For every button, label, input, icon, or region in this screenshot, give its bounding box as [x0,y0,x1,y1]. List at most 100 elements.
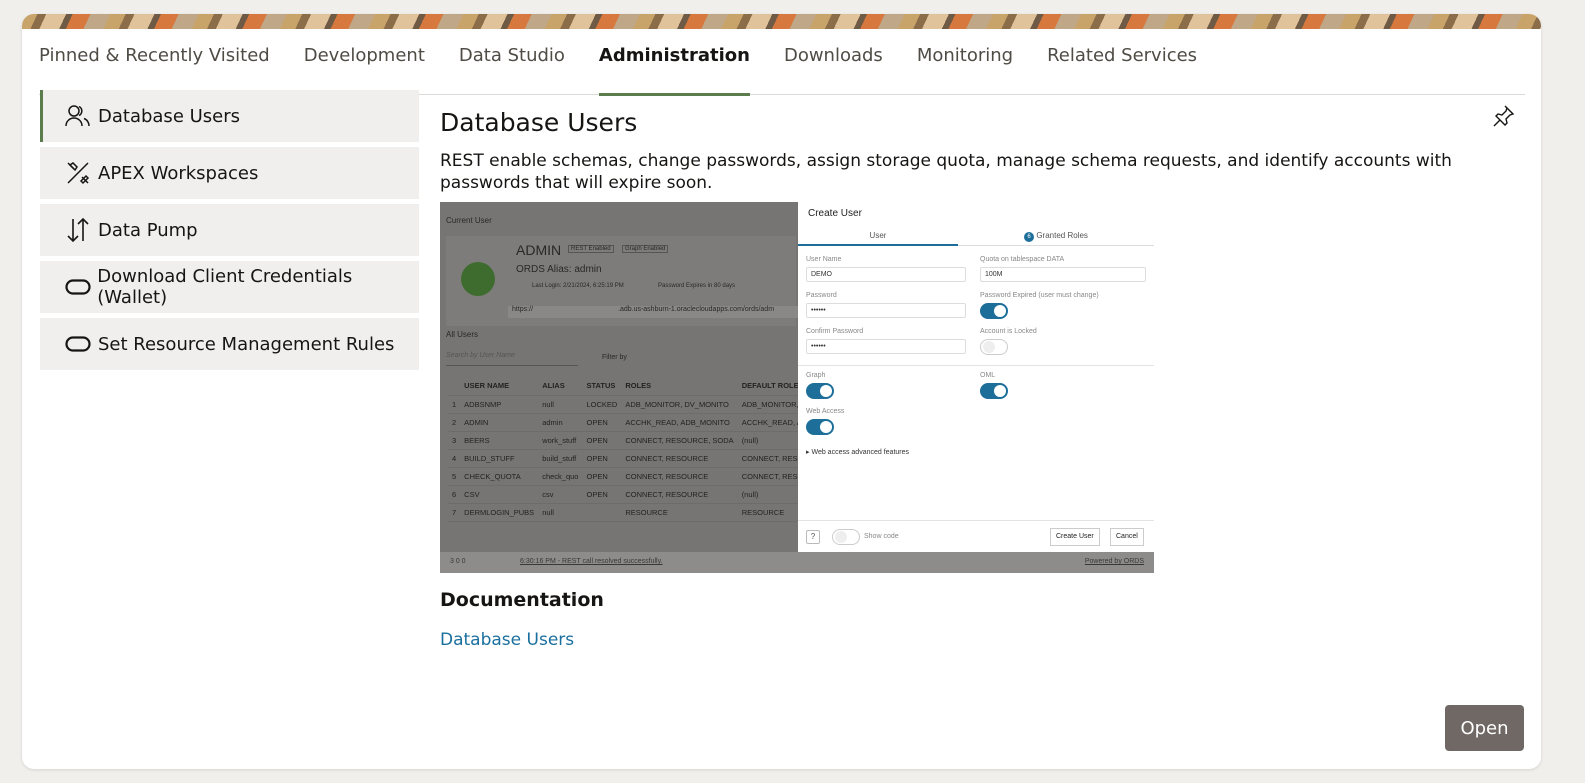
dialog-tab-user[interactable]: User [798,226,958,246]
page-title: Database Users [440,108,638,137]
table-cell: admin [538,413,583,432]
table-row[interactable]: 2 ADMIN admin OPEN ACCHK_READ, ADB_MONITO ACC… [448,413,813,432]
table-cell: build_stuff [538,449,583,468]
apex-icon [64,159,92,187]
web-access-toggle[interactable] [806,419,834,435]
dialog-tab-granted-roles[interactable]: 6 Granted Roles [958,226,1154,246]
show-code-label: Show code [864,533,899,540]
sidebar-item-apex-workspaces[interactable]: APEX Workspaces [40,147,419,199]
table-cell: OPEN [582,413,622,432]
graph-badge: Graph Enabled [622,245,669,253]
password-field[interactable]: •••••• [806,303,966,318]
tab-related-services[interactable]: Related Services [1030,43,1214,95]
graph-toggle[interactable] [806,383,834,399]
table-cell: DERMLOGIN_PUBS [460,503,539,522]
quota-select[interactable]: 100M [980,267,1146,282]
user-name-label: User Name [806,256,842,263]
sidebar-item-resource-rules[interactable]: Set Resource Management Rules [40,318,419,370]
table-cell: BEERS [460,431,539,450]
preview-users-panel: Current User ADMIN REST Enabled Graph En… [440,202,813,573]
tab-monitoring[interactable]: Monitoring [900,43,1030,95]
table-cell: CONNECT, RESOURCE, SODA [621,431,738,450]
graph-label: Graph [806,372,826,379]
table-row[interactable]: 3 BEERS work_stuff OPEN CONNECT, RESOURCE, S… [448,431,813,450]
status-counts: 3 0 0 [450,558,466,565]
table-cell: 1 [448,395,461,414]
preview-status-bar: 3 0 0 6:30:16 PM - REST call resolved su… [440,552,1154,573]
password-expired-label: Password Expired (user must change) [980,292,1099,299]
sidebar-item-label: Set Resource Management Rules [98,333,395,355]
table-row[interactable]: 7 DERMLOGIN_PUBS null RESOURCE RESOURCE [448,503,813,522]
admin-name: ADMIN [516,242,562,258]
password-expiry: Password Expires in 80 days [658,283,736,289]
table-cell: 2 [448,413,461,432]
open-button[interactable]: Open [1445,705,1524,751]
table-cell: 4 [448,449,461,468]
show-code-toggle[interactable] [832,529,860,545]
documentation-link[interactable]: Database Users [440,630,574,650]
help-icon[interactable]: ? [806,530,820,544]
table-cell: OPEN [582,431,622,450]
password-label: Password [806,292,837,299]
main-card: Pinned & Recently Visited Development Da… [22,14,1541,769]
tab-development[interactable]: Development [287,43,442,95]
pill-icon [64,273,91,301]
password-expired-toggle[interactable] [980,303,1008,319]
table-cell: 6 [448,485,461,504]
powered-by-ords-link[interactable]: Powered by ORDS [1085,558,1144,565]
dialog-title: Create User [808,208,862,219]
table-cell: ADB_MONITOR, DV_MONITO [621,395,738,414]
table-cell: CONNECT, RESOURCE [621,467,738,486]
table-cell: OPEN [582,485,622,504]
sidebar: Database Users APEX Workspaces Data Pump [40,90,419,375]
create-user-button[interactable]: Create User [1050,528,1100,546]
web-advanced-label: Web access advanced features [811,449,910,456]
table-row[interactable]: 5 CHECK_QUOTA check_quo OPEN CONNECT, RESOUR… [448,467,813,486]
tab-pinned[interactable]: Pinned & Recently Visited [39,43,287,95]
sidebar-item-download-wallet[interactable]: Download Client Credentials (Wallet) [40,261,419,313]
account-locked-toggle[interactable] [980,339,1008,355]
documentation-heading: Documentation [440,589,604,611]
sidebar-item-data-pump[interactable]: Data Pump [40,204,419,256]
table-row[interactable]: 4 BUILD_STUFF build_stuff OPEN CONNECT, RESO… [448,449,813,468]
table-cell: ADBSNMP [460,395,539,414]
tab-data-studio[interactable]: Data Studio [442,43,582,95]
column-header: ROLES [621,377,738,396]
decorative-banner [22,14,1541,29]
roles-count-badge: 6 [1024,232,1035,242]
table-cell: LOCKED [582,395,622,414]
table-row[interactable]: 6 CSV csv OPEN CONNECT, RESOURCE (null) [448,485,813,504]
transfer-icon [64,216,92,244]
filter-by-button[interactable]: Filter by [602,354,627,361]
column-header: STATUS [582,377,622,396]
user-name-field[interactable]: DEMO [806,267,966,282]
column-header [448,377,461,396]
column-header: ALIAS [538,377,583,396]
tab-administration[interactable]: Administration [582,43,767,96]
current-user-card: ADMIN REST Enabled Graph Enabled ORDS Al… [446,236,798,326]
sidebar-item-label: APEX Workspaces [98,162,259,184]
avatar [461,262,495,296]
table-header-row: USER NAME ALIAS STATUS ROLES DEFAULT ROL… [448,377,813,396]
oml-toggle[interactable] [980,383,1008,399]
main-content: Database Users REST enable schemas, chan… [440,104,1525,650]
tab-bar: Pinned & Recently Visited Development Da… [39,43,1525,96]
pill-icon [64,330,92,358]
table-row[interactable]: 1 ADBSNMP null LOCKED ADB_MONITOR, DV_MONITO… [448,395,813,414]
sidebar-item-database-users[interactable]: Database Users [40,90,419,142]
confirm-password-field[interactable]: •••••• [806,339,966,354]
user-search-input[interactable]: Search by User Name [446,352,578,366]
tab-downloads[interactable]: Downloads [767,43,900,95]
sidebar-item-label: Download Client Credentials (Wallet) [97,266,353,308]
url-suffix: .adb.us-ashburn-1.oraclecloudapps.com/or… [618,306,775,313]
account-locked-label: Account is Locked [980,328,1037,335]
last-login: Last Login: 2/21/2024, 6:25:19 PM [532,283,624,289]
users-icon [64,102,92,130]
confirm-password-label: Confirm Password [806,328,864,335]
table-cell: work_stuff [538,431,583,450]
cancel-button[interactable]: Cancel [1110,528,1144,546]
web-advanced-expander[interactable]: ▸ Web access advanced features [806,448,909,456]
column-header: USER NAME [460,377,539,396]
create-user-dialog: Create User User 6 Granted Roles User Na… [798,202,1154,552]
pin-icon[interactable] [1491,104,1515,128]
